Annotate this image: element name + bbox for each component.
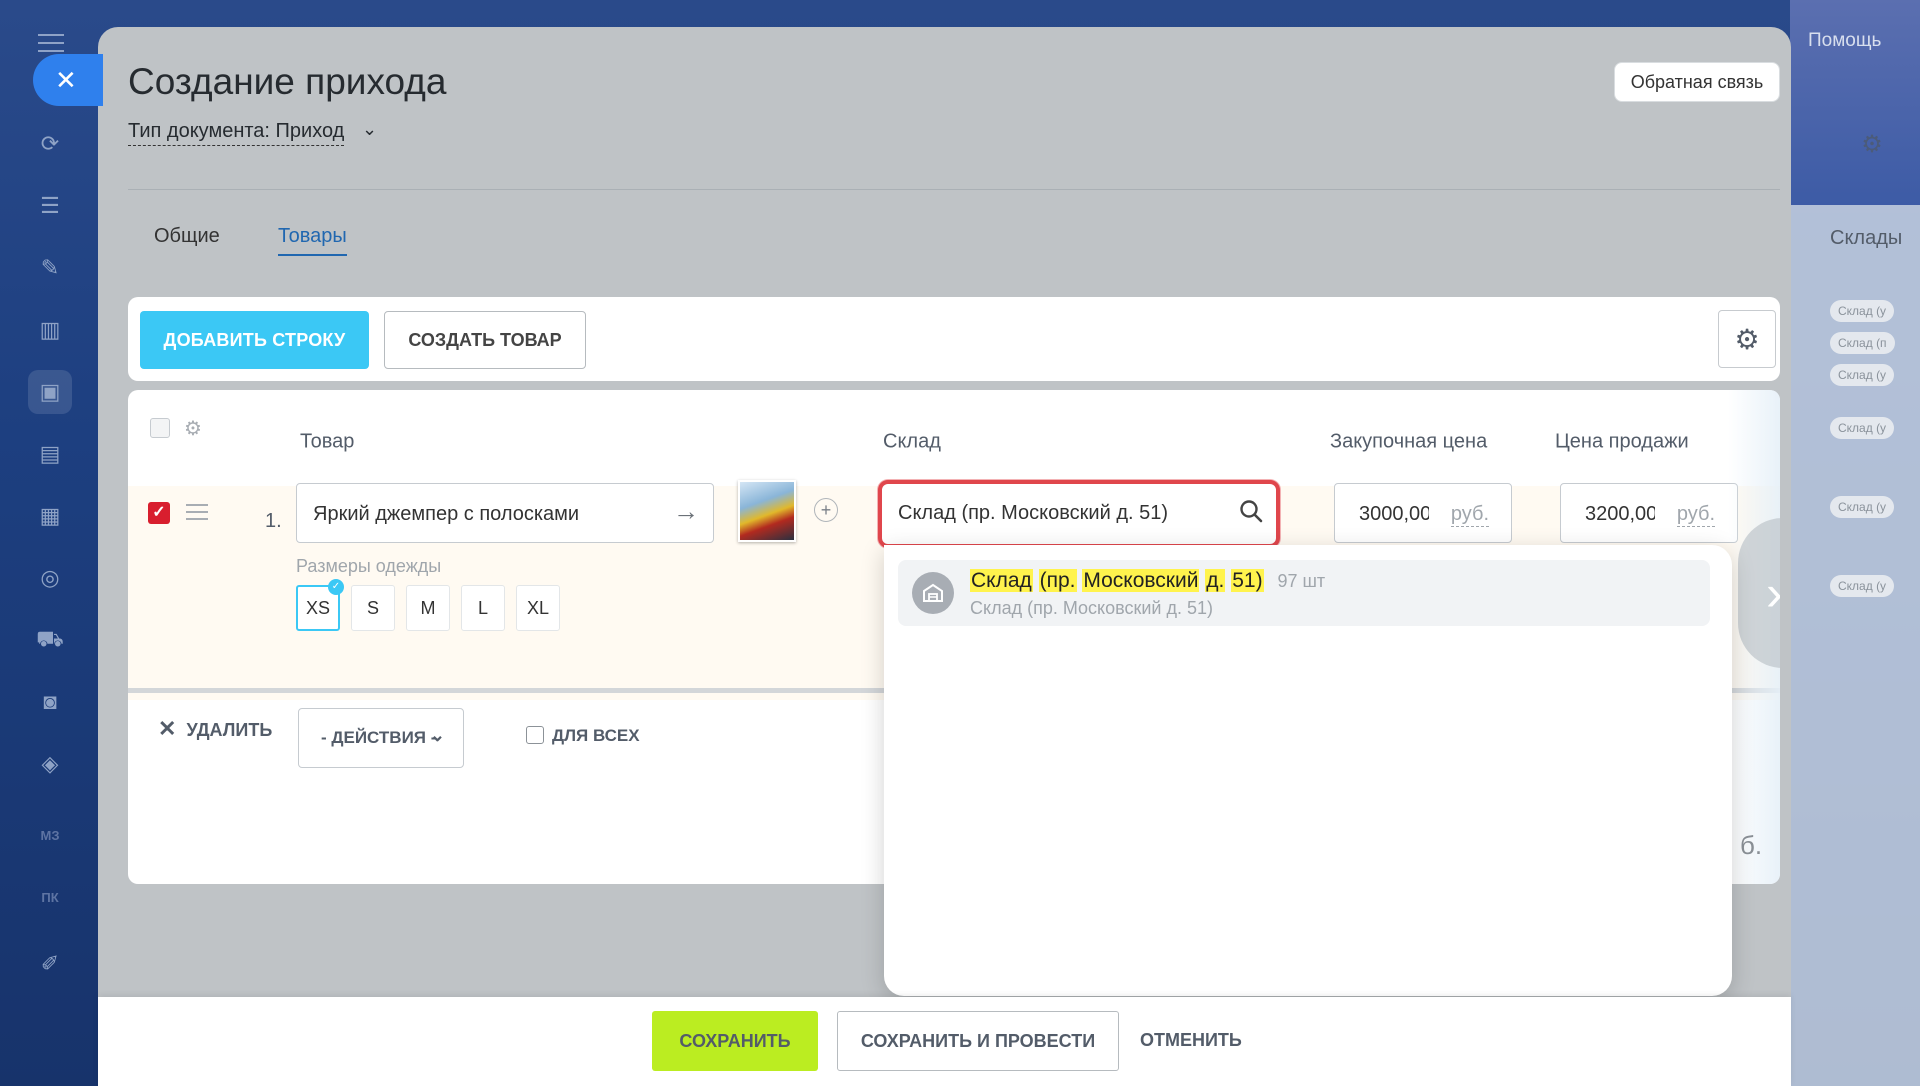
column-header-stock: Склад bbox=[883, 430, 941, 453]
column-settings-gear-icon[interactable]: ⚙ bbox=[184, 416, 202, 441]
stock-search-input[interactable]: Склад (пр. Московский д. 51) bbox=[878, 480, 1280, 548]
warehouse-icon bbox=[912, 572, 954, 614]
stock-option[interactable]: Склад (пр. Московский д. 51) 97 шт Склад… bbox=[898, 560, 1710, 626]
robot-icon[interactable]: ◙ bbox=[28, 680, 72, 724]
close-icon: ✕ bbox=[55, 65, 77, 95]
search-icon[interactable] bbox=[1238, 498, 1264, 529]
background-chip: Склад (у bbox=[1830, 300, 1895, 322]
feedback-button[interactable]: Обратная связь bbox=[1614, 62, 1780, 102]
save-button[interactable]: СОХРАНИТЬ bbox=[652, 1011, 818, 1071]
highlight-match: Московский bbox=[1082, 569, 1200, 592]
help-link[interactable]: Помощь bbox=[1808, 30, 1881, 52]
bottom-action-bar: СОХРАНИТЬ СОХРАНИТЬ И ПРОВЕСТИ ОТМЕНИТЬ bbox=[98, 997, 1791, 1086]
check-icon: ✓ bbox=[328, 579, 344, 595]
row-number: 1. bbox=[265, 510, 282, 532]
column-header-product: Товар bbox=[300, 430, 355, 453]
highlight-match: 51) bbox=[1231, 569, 1264, 592]
page-title: Создание прихода bbox=[128, 61, 447, 102]
stock-option-title: Склад (пр. Московский д. 51) 97 шт bbox=[970, 569, 1325, 593]
create-product-button[interactable]: СОЗДАТЬ ТОВАР bbox=[384, 311, 586, 369]
sidebar-item-pk[interactable]: ПК bbox=[32, 890, 68, 905]
for-all-checkbox[interactable]: ДЛЯ ВСЕХ bbox=[526, 726, 640, 746]
sale-price-field[interactable]: 3200,00 руб. bbox=[1560, 483, 1738, 543]
row-checkbox[interactable]: ✓ bbox=[148, 502, 170, 524]
size-option-xs[interactable]: XS ✓ bbox=[296, 579, 344, 631]
inventory-icon[interactable]: ▣ bbox=[28, 370, 72, 414]
add-row-button[interactable]: ДОБАВИТЬ СТРОКУ bbox=[140, 311, 369, 369]
background-chip: Склад (у bbox=[1830, 496, 1895, 518]
column-header-sale-price: Цена продажи bbox=[1555, 430, 1689, 453]
header-divider bbox=[128, 189, 1780, 190]
crm-icon[interactable]: ⟳ bbox=[28, 122, 72, 166]
filter-icon[interactable]: ☰ bbox=[28, 184, 72, 228]
background-chip: Склад (п bbox=[1830, 332, 1895, 354]
add-image-plus-icon[interactable]: + bbox=[814, 498, 838, 522]
size-option-xl[interactable]: XL bbox=[516, 585, 560, 631]
stock-option-subtitle: Склад (пр. Московский д. 51) bbox=[970, 598, 1214, 618]
scroll-right-chevron-icon[interactable]: › bbox=[1738, 518, 1780, 668]
contacts-icon[interactable]: ▤ bbox=[28, 432, 72, 476]
actions-dropdown[interactable]: - ДЕЙСТВИЯ - ⌄ bbox=[298, 708, 464, 768]
sale-price-value: 3200,00 bbox=[1585, 503, 1655, 525]
drag-handle-icon[interactable] bbox=[186, 504, 208, 525]
stock-quantity: 97 шт bbox=[1277, 571, 1326, 591]
close-icon: ✕ bbox=[158, 716, 177, 741]
select-all-checkbox[interactable] bbox=[150, 418, 170, 438]
calendar-icon[interactable]: ▦ bbox=[28, 494, 72, 538]
chevron-down-icon: ⌄ bbox=[429, 725, 445, 745]
sizes-label: Размеры одежды bbox=[296, 556, 442, 576]
product-thumbnail[interactable] bbox=[738, 480, 796, 542]
column-header-purchase-price: Закупочная цена bbox=[1330, 430, 1488, 453]
sidebar-item-mz[interactable]: МЗ bbox=[32, 828, 68, 843]
background-panel-title: Склады bbox=[1830, 227, 1903, 249]
background-stock-panel: Склады Склад (у Склад (п Склад (у Склад … bbox=[1790, 205, 1920, 1086]
save-and-post-button[interactable]: СОХРАНИТЬ И ПРОВЕСТИ bbox=[837, 1011, 1119, 1071]
size-option-l[interactable]: L bbox=[461, 585, 505, 631]
size-option-s[interactable]: S bbox=[351, 585, 395, 631]
target-icon[interactable]: ◎ bbox=[28, 556, 72, 600]
total-fragment: б. bbox=[1740, 830, 1763, 860]
analytics-icon[interactable]: ▥ bbox=[28, 308, 72, 352]
cart-icon[interactable]: ⛟ bbox=[28, 618, 72, 662]
delete-label: УДАЛИТЬ bbox=[186, 720, 273, 740]
size-option-m[interactable]: M bbox=[406, 585, 450, 631]
purchase-price-value: 3000,00 bbox=[1359, 503, 1429, 525]
arrow-right-icon[interactable]: → bbox=[673, 496, 699, 527]
delete-button[interactable]: ✕ УДАЛИТЬ bbox=[158, 716, 272, 742]
actions-label: - ДЕЙСТВИЯ - bbox=[321, 728, 437, 747]
left-sidebar: ⟳ ☰ ✎ ▥ ▣ ▤ ▦ ◎ ⛟ ◙ ◈ МЗ ПК ✐ bbox=[0, 0, 98, 1086]
menu-burger-icon[interactable] bbox=[38, 34, 64, 52]
tab-general[interactable]: Общие bbox=[154, 225, 220, 248]
document-edit-icon[interactable]: ✎ bbox=[28, 246, 72, 290]
highlight-match: (пр. bbox=[1038, 569, 1077, 592]
background-chip: Склад (у bbox=[1830, 417, 1895, 439]
background-chip: Склад (у bbox=[1830, 575, 1895, 597]
product-name-value: Яркий джемпер с полосками bbox=[313, 503, 580, 525]
for-all-label: ДЛЯ ВСЕХ bbox=[552, 726, 640, 745]
product-name-field[interactable]: Яркий джемпер с полосками → bbox=[296, 483, 714, 543]
checkbox-box[interactable] bbox=[526, 726, 544, 744]
tab-products[interactable]: Товары bbox=[278, 225, 347, 256]
background-chip: Склад (у bbox=[1830, 364, 1895, 386]
sale-currency[interactable]: руб. bbox=[1676, 503, 1715, 527]
stock-value: Склад (пр. Московский д. 51) bbox=[898, 502, 1169, 524]
stock-search-dropdown: Склад (пр. Московский д. 51) 97 шт Склад… bbox=[884, 545, 1732, 996]
highlight-match: д. bbox=[1205, 569, 1226, 592]
box-icon[interactable]: ◈ bbox=[28, 742, 72, 786]
chevron-down-icon[interactable]: ⌄ bbox=[362, 119, 377, 140]
settings-gear-icon[interactable]: ⚙ bbox=[1718, 310, 1776, 368]
pen-icon[interactable]: ✐ bbox=[28, 942, 72, 986]
highlight-match: Склад bbox=[970, 569, 1033, 592]
document-type-selector[interactable]: Тип документа: Приход bbox=[128, 120, 345, 146]
size-label: XS bbox=[305, 597, 330, 618]
background-gear-icon[interactable]: ⚙ bbox=[1855, 128, 1889, 162]
purchase-currency[interactable]: руб. bbox=[1450, 503, 1489, 527]
cancel-button[interactable]: ОТМЕНИТЬ bbox=[1140, 1030, 1242, 1051]
products-toolbar: ДОБАВИТЬ СТРОКУ СОЗДАТЬ ТОВАР ⚙ bbox=[128, 297, 1780, 381]
close-slider-button[interactable]: ✕ bbox=[33, 54, 103, 106]
purchase-price-field[interactable]: 3000,00 руб. bbox=[1334, 483, 1512, 543]
